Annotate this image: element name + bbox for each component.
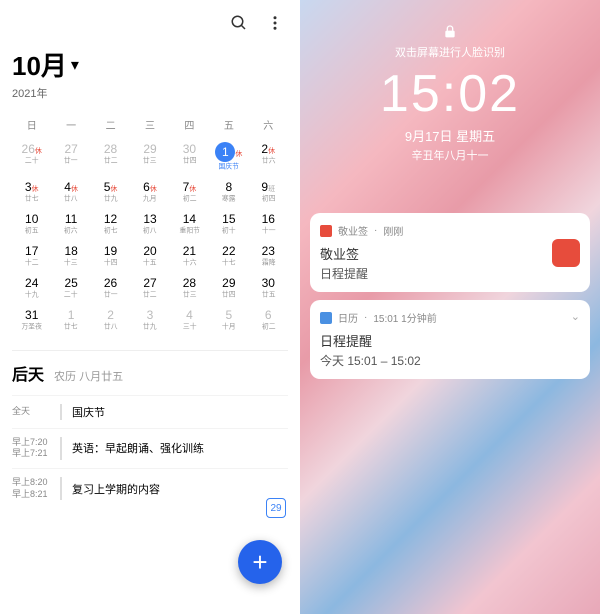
calendar-day[interactable]: 4三十 [170, 306, 209, 334]
more-icon[interactable] [266, 14, 284, 32]
calendar-day[interactable]: 6初二 [249, 306, 288, 334]
calendar-day[interactable]: 28廿三 [170, 274, 209, 302]
calendar-day[interactable]: 1休国庆节 [209, 140, 248, 174]
calendar-day[interactable]: 21十六 [170, 242, 209, 270]
calendar-day[interactable]: 25二十 [51, 274, 90, 302]
app-badge-icon [552, 239, 580, 267]
app-icon [320, 225, 332, 237]
calendar-day[interactable]: 8寒露 [209, 178, 248, 206]
calendar-day[interactable]: 24十九 [12, 274, 51, 302]
calendar-day[interactable]: 2休廿六 [249, 140, 288, 174]
calendar-day[interactable]: 11初六 [51, 210, 90, 238]
calendar-day[interactable]: 23霜降 [249, 242, 288, 270]
agenda-panel: 后天 农历 八月廿五 全天 国庆节 早上7:20早上7:21英语：早起朗诵、强化… [12, 350, 288, 509]
calendar-day[interactable]: 26休二十 [12, 140, 51, 174]
calendar-day[interactable]: 6休九月 [130, 178, 169, 206]
calendar-day[interactable]: 29廿三 [130, 140, 169, 174]
calendar-day[interactable]: 14重阳节 [170, 210, 209, 238]
calendar-day[interactable]: 22十七 [209, 242, 248, 270]
calendar-day[interactable]: 2廿八 [91, 306, 130, 334]
calendar-app: 10月 ▾ 2021年 日一二三四五六 26休二十27廿一28廿二29廿三30廿… [0, 0, 300, 614]
today-badge[interactable]: 29 [266, 498, 286, 518]
unlock-tip: 双击屏幕进行人脸识别 [300, 44, 600, 60]
search-icon[interactable] [230, 14, 248, 32]
calendar-day[interactable]: 29廿四 [209, 274, 248, 302]
calendar-day[interactable]: 3休廿七 [12, 178, 51, 206]
calendar-day[interactable]: 9班初四 [249, 178, 288, 206]
calendar-day[interactable]: 31万圣夜 [12, 306, 51, 334]
add-event-button[interactable]: + [238, 540, 282, 584]
notification-card[interactable]: 敬业签·刚刚敬业签日程提醒 [310, 213, 590, 292]
calendar-day[interactable]: 26廿一 [91, 274, 130, 302]
calendar-day[interactable]: 17十二 [12, 242, 51, 270]
chevron-down-icon[interactable]: ⌄ [571, 310, 580, 323]
calendar-day[interactable]: 19十四 [91, 242, 130, 270]
lock-screen: 双击屏幕进行人脸识别 15:02 9月17日 星期五 辛丑年八月十一 敬业签·刚… [300, 0, 600, 614]
calendar-day[interactable]: 27廿二 [130, 274, 169, 302]
calendar-day[interactable]: 20十五 [130, 242, 169, 270]
month-selector[interactable]: 10月 ▾ [12, 46, 288, 83]
calendar-day[interactable]: 10初五 [12, 210, 51, 238]
calendar-day[interactable]: 18十三 [51, 242, 90, 270]
calendar-day[interactable]: 5十月 [209, 306, 248, 334]
calendar-day[interactable]: 15初十 [209, 210, 248, 238]
weekday-header: 日一二三四五六 [12, 111, 288, 138]
calendar-day[interactable]: 16十一 [249, 210, 288, 238]
agenda-lunar: 农历 八月廿五 [54, 368, 123, 384]
clock: 15:02 [300, 64, 600, 124]
calendar-day[interactable]: 13初八 [130, 210, 169, 238]
date: 9月17日 星期五 [300, 126, 600, 145]
calendar-day[interactable]: 30廿四 [170, 140, 209, 174]
calendar-day[interactable]: 12初七 [91, 210, 130, 238]
lunar-date: 辛丑年八月十一 [300, 147, 600, 163]
calendar-day[interactable]: 3廿九 [130, 306, 169, 334]
agenda-title: 后天 [12, 361, 44, 385]
agenda-event[interactable]: 早上8:20早上8:21复习上学期的内容 [12, 468, 288, 508]
calendar-grid: 26休二十27廿一28廿二29廿三30廿四1休国庆节2休廿六 3休廿七4休廿八5休… [12, 138, 288, 336]
calendar-day[interactable]: 28廿二 [91, 140, 130, 174]
notification-card[interactable]: 日历·15:01 1分钟前日程提醒今天 15:01 – 15:02⌄ [310, 300, 590, 379]
calendar-day[interactable]: 4休廿八 [51, 178, 90, 206]
notification-list: 敬业签·刚刚敬业签日程提醒日历·15:01 1分钟前日程提醒今天 15:01 –… [300, 213, 600, 379]
app-icon [320, 312, 332, 324]
calendar-day[interactable]: 7休初二 [170, 178, 209, 206]
chevron-down-icon: ▾ [71, 55, 79, 75]
lock-icon [442, 24, 458, 40]
year-label: 2021年 [12, 85, 288, 101]
agenda-allday[interactable]: 全天 国庆节 [12, 395, 288, 428]
calendar-day[interactable]: 30廿五 [249, 274, 288, 302]
calendar-day[interactable]: 27廿一 [51, 140, 90, 174]
agenda-event[interactable]: 早上7:20早上7:21英语：早起朗诵、强化训练 [12, 428, 288, 468]
calendar-day[interactable]: 1廿七 [51, 306, 90, 334]
calendar-day[interactable]: 5休廿九 [91, 178, 130, 206]
